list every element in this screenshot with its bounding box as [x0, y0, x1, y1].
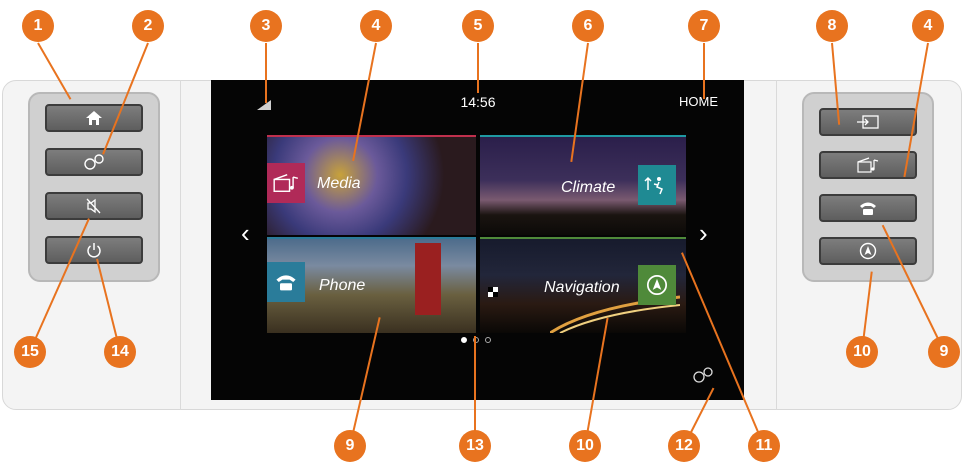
callout-8: 8: [816, 10, 848, 42]
callout-9b: 9: [334, 430, 366, 462]
callout-5: 5: [462, 10, 494, 42]
phone-icon: [860, 202, 876, 215]
next-page-arrow[interactable]: ›: [699, 220, 708, 246]
leader-5: [477, 43, 479, 93]
callout-2: 2: [132, 10, 164, 42]
phone-box-image: [415, 243, 441, 315]
callout-11: 11: [748, 430, 780, 462]
media-clapper-note-icon: [857, 157, 879, 173]
checkered-flag-icon: [488, 287, 498, 297]
climate-label: Climate: [561, 179, 616, 196]
callout-1: 1: [22, 10, 54, 42]
settings-gears-icon[interactable]: [691, 366, 715, 384]
signal-strength-icon: [257, 100, 271, 110]
navigation-compass-icon: [646, 274, 668, 296]
clock: 14:56: [460, 94, 496, 110]
phone-icon: [276, 275, 296, 291]
previous-page-arrow[interactable]: ‹: [241, 220, 250, 246]
callout-10a: 10: [846, 336, 878, 368]
callout-4b: 4: [912, 10, 944, 42]
media-tile[interactable]: Media: [267, 135, 476, 235]
source-input-icon: [857, 115, 879, 129]
media-clapper-note-icon: [273, 174, 298, 192]
home-button[interactable]: [45, 104, 143, 132]
phone-button[interactable]: [819, 194, 917, 222]
navigation-label: Navigation: [544, 279, 620, 296]
page-indicator: [461, 337, 491, 343]
callout-15: 15: [14, 336, 46, 368]
home-title: HOME: [679, 94, 718, 109]
climate-tile[interactable]: Climate: [480, 135, 686, 235]
callout-7: 7: [688, 10, 720, 42]
home-icon: [86, 111, 102, 125]
power-icon: [87, 243, 101, 258]
navigation-icon-box: [638, 265, 676, 305]
climate-icon-box: [638, 165, 676, 205]
leader-3: [265, 43, 267, 103]
callout-14: 14: [104, 336, 136, 368]
settings-gears-icon: [84, 154, 104, 170]
phone-label: Phone: [319, 277, 366, 294]
navigation-compass-icon: [859, 242, 877, 260]
panel-divider-left: [180, 80, 181, 410]
media-button[interactable]: [819, 151, 917, 179]
leader-7: [703, 43, 705, 99]
navigation-tile[interactable]: Navigation: [480, 237, 686, 333]
phone-tile[interactable]: Phone: [267, 237, 476, 333]
callout-6: 6: [572, 10, 604, 42]
mute-button[interactable]: [45, 192, 143, 220]
climate-airflow-icon: [644, 176, 663, 195]
callout-10b: 10: [569, 430, 601, 462]
callout-9a: 9: [928, 336, 960, 368]
callout-3: 3: [250, 10, 282, 42]
phone-icon-box: [267, 262, 305, 302]
page-dot-1: [461, 337, 467, 343]
power-button[interactable]: [45, 236, 143, 264]
mute-icon: [86, 198, 101, 214]
callout-12: 12: [668, 430, 700, 462]
callout-4a: 4: [360, 10, 392, 42]
media-icon-box: [267, 163, 305, 203]
panel-divider-right: [776, 80, 777, 410]
media-label: Media: [317, 175, 361, 192]
settings-button[interactable]: [45, 148, 143, 176]
touchscreen: 14:56 HOME Media Climate Phone Navigatio…: [211, 80, 744, 400]
callout-13: 13: [459, 430, 491, 462]
page-dot-3: [485, 337, 491, 343]
navigation-button[interactable]: [819, 237, 917, 265]
left-button-cluster: [28, 92, 160, 282]
source-button[interactable]: [819, 108, 917, 136]
